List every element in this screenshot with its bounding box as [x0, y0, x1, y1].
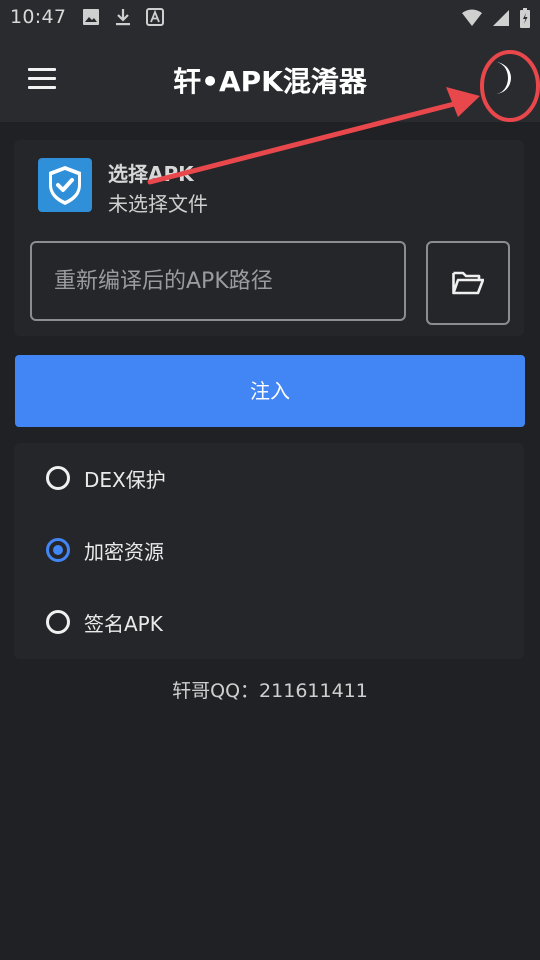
option-sign-apk[interactable]: 签名APK: [46, 602, 163, 642]
image-icon: [83, 9, 99, 25]
browse-folder-button[interactable]: [426, 241, 510, 325]
download-icon: [116, 9, 130, 26]
signal-icon: [493, 10, 509, 26]
notification-a-icon: [146, 8, 164, 26]
folder-open-icon: [452, 271, 484, 295]
option-label: DEX保护: [84, 467, 166, 492]
radio-encrypt-resources[interactable]: [46, 538, 70, 562]
status-system-icons: [462, 8, 530, 28]
options-card: DEX保护 加密资源 签名APK: [14, 443, 524, 659]
apk-title[interactable]: 选择APK: [108, 158, 194, 187]
app-bar: 轩•APK混淆器: [0, 36, 540, 122]
option-encrypt-resources[interactable]: 加密资源: [46, 530, 164, 570]
wifi-icon: [462, 9, 482, 26]
apk-path-input[interactable]: [30, 241, 406, 321]
inject-button[interactable]: 注入: [15, 355, 525, 427]
status-time: 10:47: [10, 6, 67, 28]
battery-icon: [520, 8, 530, 28]
apk-select-card: 选择APK 未选择文件: [14, 140, 524, 336]
shield-check-icon[interactable]: [38, 158, 92, 212]
moon-icon[interactable]: [485, 58, 519, 98]
radio-sign-apk[interactable]: [46, 610, 70, 634]
option-label: 加密资源: [84, 539, 164, 564]
app-title: 轩•APK混淆器: [173, 65, 367, 98]
status-notification-icons: [82, 8, 164, 26]
apk-file-status: 未选择文件: [108, 192, 208, 216]
status-bar: 10:47: [0, 0, 540, 36]
radio-dex-protect[interactable]: [46, 466, 70, 490]
option-dex-protect[interactable]: DEX保护: [46, 458, 166, 498]
option-label: 签名APK: [84, 611, 163, 636]
contact-footer: 轩哥QQ：211611411: [172, 680, 368, 702]
